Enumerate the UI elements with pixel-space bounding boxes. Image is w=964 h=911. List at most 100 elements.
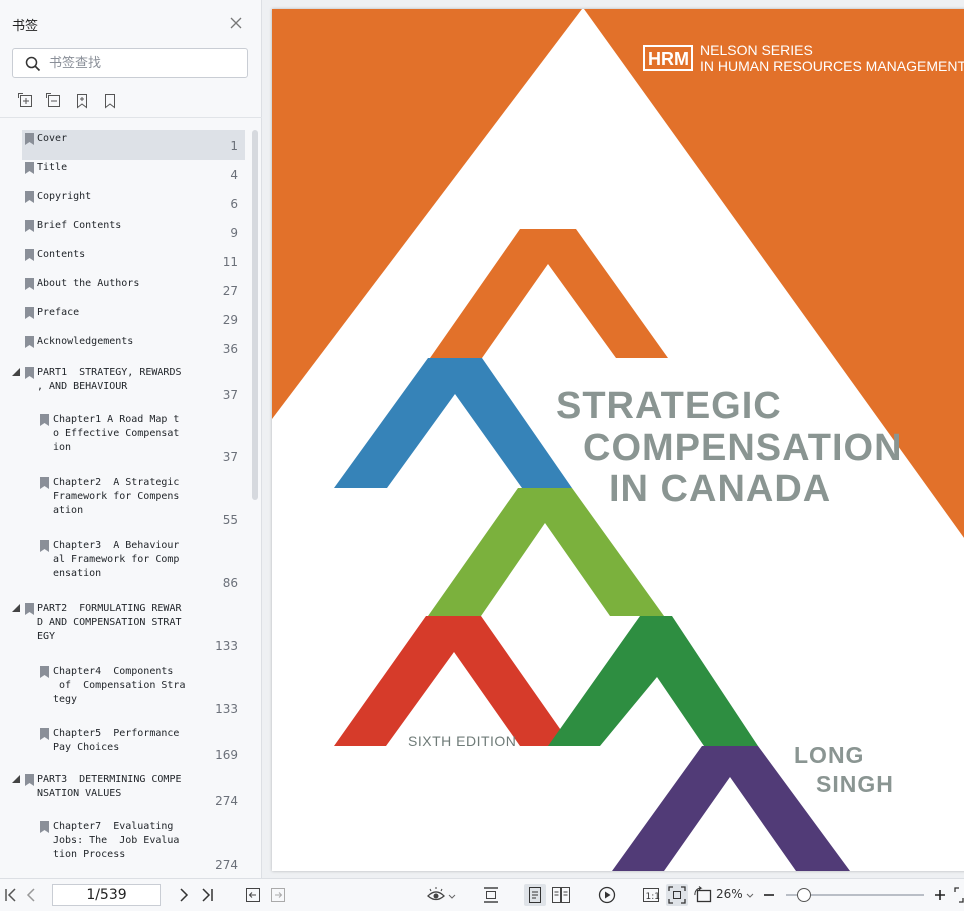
bookmark-label: Chapter1 A Road Map t o Effective Compen… bbox=[53, 414, 180, 453]
bookmark-flag-icon bbox=[25, 249, 34, 261]
bookmark-label: Chapter5 Performance Pay Choices bbox=[53, 728, 180, 753]
bookmark-tree: Cover 1 Title 4 Copyright 6 Brief Conten… bbox=[0, 118, 250, 878]
fit-width-icon[interactable] bbox=[666, 884, 688, 906]
expand-arrow-icon[interactable] bbox=[12, 775, 20, 783]
bookmark-label: Chapter4 Components of Compensation Stra… bbox=[53, 666, 186, 705]
zoom-level[interactable]: 26% bbox=[716, 887, 743, 901]
go-back-icon[interactable] bbox=[245, 886, 261, 904]
bookmark-flag-icon bbox=[25, 162, 34, 174]
bookmark-page-number: 1 bbox=[230, 139, 238, 153]
bookmark-label: PART1 STRATEGY, REWARDS , AND BEHAVIOUR bbox=[37, 367, 182, 392]
page-number-input[interactable] bbox=[52, 884, 161, 906]
bookmark-flag-icon bbox=[25, 133, 34, 145]
bookmark-page-number: 37 bbox=[222, 450, 238, 464]
fullscreen-icon[interactable] bbox=[954, 886, 964, 904]
expand-arrow-icon[interactable] bbox=[12, 368, 20, 376]
bookmark-page-number: 55 bbox=[222, 513, 238, 527]
bookmark-page-number: 11 bbox=[222, 255, 238, 269]
eye-protection-icon[interactable] bbox=[426, 886, 456, 904]
search-icon bbox=[25, 56, 41, 72]
bookmark-page-number: 274 bbox=[215, 858, 238, 872]
zoom-out-icon[interactable] bbox=[762, 886, 776, 904]
cover-title-line-1: STRATEGIC bbox=[556, 385, 782, 427]
actual-size-icon[interactable]: 1:1 bbox=[642, 886, 660, 904]
go-forward-icon[interactable] bbox=[270, 886, 286, 904]
single-page-view-icon[interactable] bbox=[524, 884, 546, 906]
bookmark-page-number: 133 bbox=[215, 702, 238, 716]
bookmark-flag-icon bbox=[25, 278, 34, 290]
bookmark-label: About the Authors bbox=[37, 278, 140, 289]
pdf-reader-window: 书签 Cover bbox=[0, 0, 964, 911]
bookmark-flag-icon bbox=[25, 336, 34, 348]
bookmark-flag-icon bbox=[25, 220, 34, 232]
cover-title-line-3: IN CANADA bbox=[609, 468, 831, 510]
document-view[interactable]: HRM NELSON SERIES IN HUMAN RESOURCES MAN… bbox=[263, 0, 964, 878]
bookmark-page-number: 9 bbox=[230, 226, 238, 240]
bookmark-flag-icon bbox=[40, 821, 49, 833]
bookmark-label: Cover bbox=[37, 133, 68, 144]
first-page-icon[interactable] bbox=[4, 886, 18, 904]
expand-arrow-icon[interactable] bbox=[12, 604, 20, 612]
bookmark-label: PART3 DETERMINING COMPE NSATION VALUES bbox=[37, 774, 182, 799]
bookmark-flag-icon bbox=[40, 477, 49, 489]
svg-text:1:1: 1:1 bbox=[646, 892, 660, 902]
bookmark-page-number: 133 bbox=[215, 639, 238, 653]
bookmark-page-number: 169 bbox=[215, 748, 238, 762]
hrm-badge-text: HRM bbox=[648, 49, 689, 69]
bookmark-label: Chapter7 Evaluating Jobs: The Job Evalua… bbox=[53, 821, 180, 860]
cover-author-2: SINGH bbox=[816, 771, 894, 797]
bottom-toolbar: 1:1 26% bbox=[0, 878, 964, 911]
bookmark-page-number: 4 bbox=[230, 168, 238, 182]
bookmark-scrollbar-thumb[interactable] bbox=[252, 130, 258, 500]
zoom-dropdown-icon[interactable] bbox=[746, 886, 754, 904]
bookmark-panel: 书签 Cover bbox=[0, 0, 262, 878]
series-line-2: IN HUMAN RESOURCES MANAGEMENT bbox=[700, 58, 964, 74]
bookmark-flag-icon bbox=[25, 191, 34, 203]
series-line-1: NELSON SERIES bbox=[700, 42, 813, 58]
zoom-slider-handle[interactable] bbox=[797, 888, 811, 902]
bookmark-label: PART2 FORMULATING REWAR D AND COMPENSATI… bbox=[37, 603, 182, 642]
cover-edition: SIXTH EDITION bbox=[408, 733, 516, 749]
bookmark-flag-icon bbox=[40, 540, 49, 552]
bookmark-flag-icon bbox=[40, 728, 49, 740]
collapse-all-icon[interactable] bbox=[46, 93, 62, 109]
bookmark-label: Title bbox=[37, 162, 68, 173]
bookmark-icon[interactable] bbox=[102, 93, 118, 109]
add-bookmark-icon[interactable] bbox=[74, 93, 90, 109]
bookmark-page-number: 274 bbox=[215, 794, 238, 808]
bookmark-flag-icon bbox=[40, 666, 49, 678]
pdf-page: HRM NELSON SERIES IN HUMAN RESOURCES MAN… bbox=[272, 9, 964, 871]
bookmark-page-number: 86 bbox=[222, 576, 238, 590]
rotate-icon[interactable] bbox=[694, 886, 712, 904]
bookmark-label: Chapter2 A Strategic Framework for Compe… bbox=[53, 477, 180, 516]
cover-author-1: LONG bbox=[794, 742, 864, 768]
bookmark-search-input[interactable] bbox=[49, 53, 239, 73]
bookmark-page-number: 27 bbox=[222, 284, 238, 298]
play-icon[interactable] bbox=[598, 886, 616, 904]
bookmark-page-number: 29 bbox=[222, 313, 238, 327]
bookmark-page-number: 36 bbox=[222, 342, 238, 356]
zoom-in-icon[interactable] bbox=[933, 886, 947, 904]
bookmark-label: Brief Contents bbox=[37, 220, 122, 231]
last-page-icon[interactable] bbox=[200, 886, 214, 904]
bookmark-label: Acknowledgements bbox=[37, 336, 134, 347]
bookmark-label: Copyright bbox=[37, 191, 92, 202]
bookmark-search-box[interactable] bbox=[12, 48, 248, 78]
next-page-icon[interactable] bbox=[177, 886, 191, 904]
book-cover: HRM NELSON SERIES IN HUMAN RESOURCES MAN… bbox=[272, 9, 964, 871]
expand-all-icon[interactable] bbox=[18, 93, 34, 109]
bookmark-page-number: 37 bbox=[222, 388, 238, 402]
bookmark-flag-icon bbox=[25, 774, 34, 786]
close-icon[interactable] bbox=[228, 15, 244, 31]
bookmark-flag-icon bbox=[40, 414, 49, 426]
previous-page-icon[interactable] bbox=[24, 886, 38, 904]
bookmark-flag-icon bbox=[25, 603, 34, 615]
bookmark-label: Contents bbox=[37, 249, 86, 260]
bookmark-panel-title: 书签 bbox=[12, 19, 39, 34]
bookmark-label: Preface bbox=[37, 307, 80, 318]
bookmark-label: Chapter3 A Behaviour al Framework for Co… bbox=[53, 540, 180, 579]
bookmark-page-number: 6 bbox=[230, 197, 238, 211]
two-page-view-icon[interactable] bbox=[552, 886, 570, 904]
fit-page-icon[interactable] bbox=[482, 886, 500, 904]
bookmark-flag-icon bbox=[25, 307, 34, 319]
